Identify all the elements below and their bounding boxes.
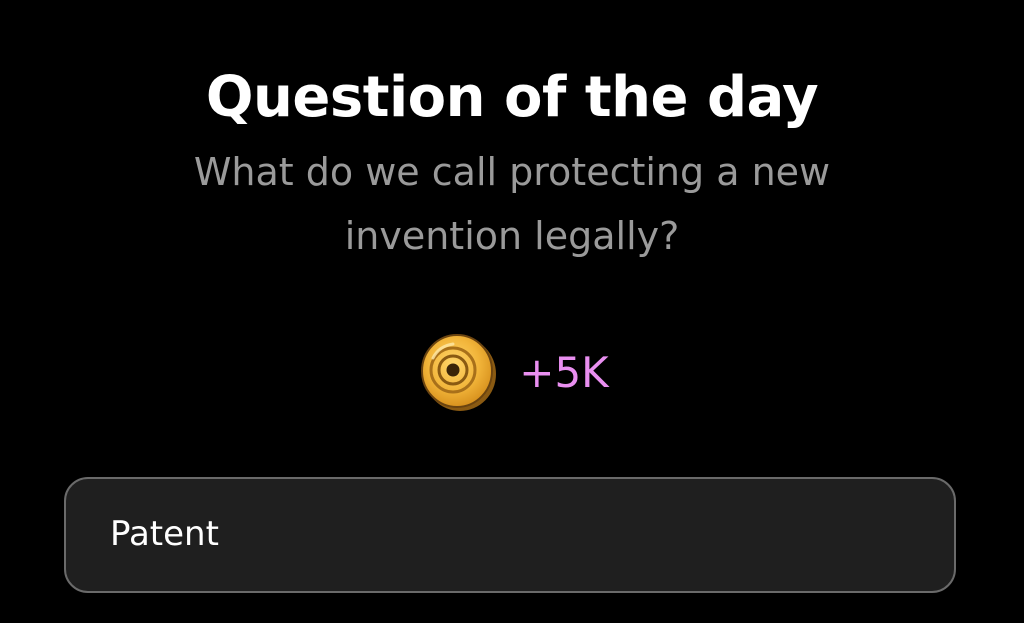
reward-amount: +5K xyxy=(519,348,609,397)
reward-row: +5K xyxy=(0,330,1024,414)
coin-icon xyxy=(421,334,497,411)
page-title: Question of the day xyxy=(205,65,819,130)
question-text: What do we call protecting a new inventi… xyxy=(193,150,831,258)
answer-option-label: Patent xyxy=(110,514,219,554)
answer-option-button[interactable]: Patent xyxy=(64,477,956,593)
question-of-the-day-screen: Question of the day What do we call prot… xyxy=(0,0,1024,623)
